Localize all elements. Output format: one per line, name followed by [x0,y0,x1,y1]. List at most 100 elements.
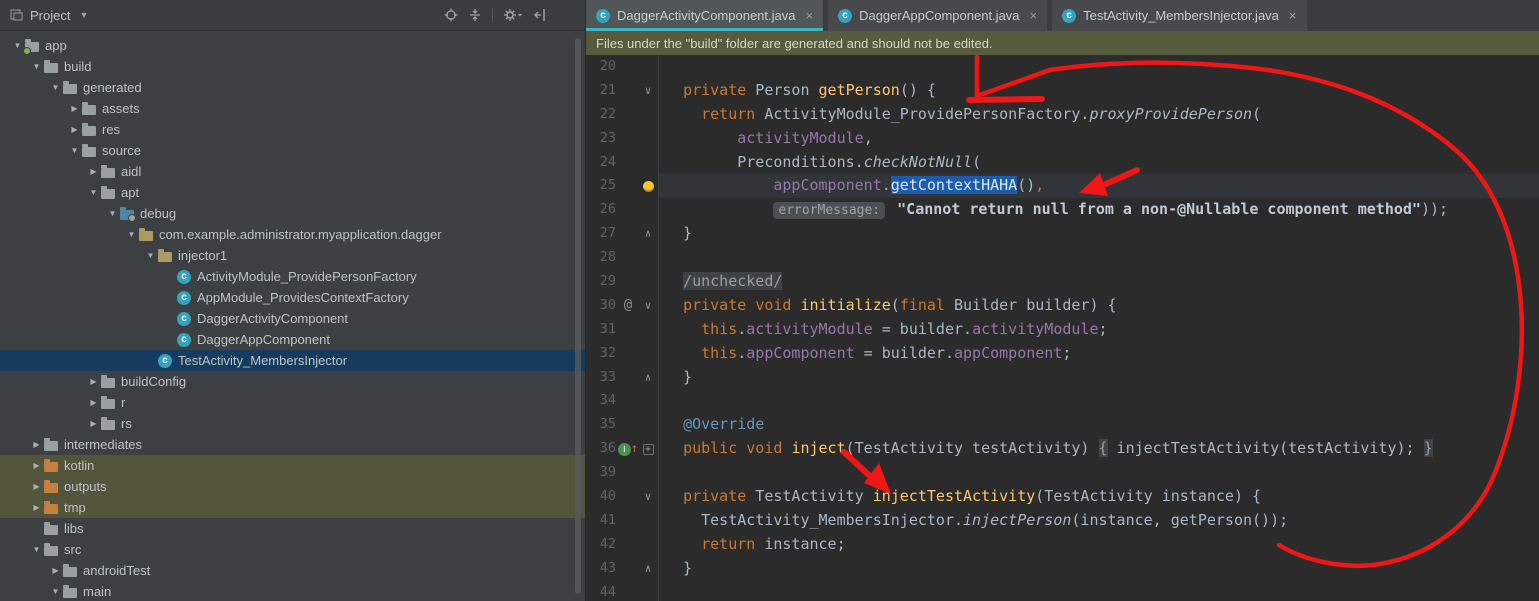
tree-item-label: com.example.administrator.myapplication.… [159,227,442,242]
tab-TestActivity_MembersInjector.java[interactable]: c TestActivity_MembersInjector.java × [1052,0,1307,31]
tab-close-icon[interactable]: × [1030,8,1038,23]
fold-marker[interactable]: ∨ [640,294,656,318]
code-text[interactable]: } [658,365,1539,390]
tree-expand-arrow[interactable]: ▶ [29,461,44,470]
tree-expand-arrow[interactable]: ▼ [105,209,120,218]
tree-expand-arrow[interactable]: ▼ [124,230,139,239]
fold-marker[interactable]: + [640,443,656,455]
code-text[interactable]: activityModule, [658,126,1539,151]
tree-item-TestActivity_MembersInjector[interactable]: c TestActivity_MembersInjector [0,350,585,371]
tree-item-ActivityModule_ProvidePersonFactory[interactable]: c ActivityModule_ProvidePersonFactory [0,266,585,287]
fold-marker[interactable]: ∨ [640,79,656,103]
hide-panel-icon[interactable] [533,8,547,22]
fold-marker[interactable]: ∨ [640,485,656,509]
code-text[interactable]: public void inject(TestActivity testActi… [658,437,1539,462]
tree-expand-arrow[interactable]: ▶ [86,377,101,386]
code-text[interactable]: private TestActivity injectTestActivity(… [658,485,1539,509]
chevron-down-icon[interactable]: ▼ [79,10,88,20]
fold-marker[interactable]: ∧ [640,222,656,246]
code-text[interactable]: private void initialize(final Builder bu… [658,293,1539,318]
tree-expand-arrow[interactable]: ▼ [29,62,44,71]
tree-item-buildConfig[interactable]: ▶ buildConfig [0,371,585,392]
code-text[interactable]: errorMessage: "Cannot return null from a… [658,198,1539,223]
tree-expand-arrow[interactable]: ▼ [143,251,158,260]
code-text[interactable] [658,389,1539,414]
tree-expand-arrow[interactable]: ▶ [29,440,44,449]
tree-item-kotlin[interactable]: ▶ kotlin [0,455,585,476]
settings-gear-icon[interactable] [503,8,523,22]
tree-item-apt[interactable]: ▼ apt [0,182,585,203]
code-text[interactable]: } [658,222,1539,247]
code-text[interactable]: Preconditions.checkNotNull( [658,150,1539,175]
collapse-all-icon[interactable] [468,8,482,22]
tree-expand-arrow[interactable]: ▶ [29,503,44,512]
code-text[interactable]: this.appComponent = builder.appComponent… [658,341,1539,366]
tree-expand-arrow[interactable]: ▼ [48,83,63,92]
tree-item-libs[interactable]: libs [0,518,585,539]
code-token: public [683,439,738,458]
tree-item-outputs[interactable]: ▶ outputs [0,476,585,497]
tree-item-DaggerAppComponent[interactable]: c DaggerAppComponent [0,329,585,350]
tree-expand-arrow[interactable]: ▶ [67,104,82,113]
tree-expand-arrow[interactable]: ▼ [48,587,63,596]
tree-item-intermediates[interactable]: ▶ intermediates [0,434,585,455]
fold-expand-icon[interactable]: + [642,443,654,455]
locate-icon[interactable] [444,8,458,22]
tree-item-assets[interactable]: ▶ assets [0,98,585,119]
code-text[interactable]: TestActivity_MembersInjector.injectPerso… [658,508,1539,533]
code-text[interactable]: private Person getPerson() { [658,78,1539,103]
tree-item-source[interactable]: ▼ source [0,140,585,161]
class-icon: c [177,332,191,347]
tree-expand-arrow[interactable]: ▼ [29,545,44,554]
tree-item-tmp[interactable]: ▶ tmp [0,497,585,518]
tree-item-generated[interactable]: ▼ generated [0,77,585,98]
code-text[interactable]: return ActivityModule_ProvidePersonFacto… [658,102,1539,127]
tree-item-app[interactable]: ▼ app [0,35,585,56]
tree-item-main[interactable]: ▼ main [0,581,585,601]
tree-item-AppModule_ProvidesContextFactory[interactable]: c AppModule_ProvidesContextFactory [0,287,585,308]
tree-item-aidl[interactable]: ▶ aidl [0,161,585,182]
class-icon: c [158,353,172,368]
code-text[interactable] [658,580,1539,601]
tree-item-com.example.administrator.myapplication.dagger[interactable]: ▼ com.example.administrator.myapplication… [0,224,585,245]
tree-expand-arrow[interactable]: ▶ [67,125,82,134]
tree-item-androidTest[interactable]: ▶ androidTest [0,560,585,581]
tree-item-res[interactable]: ▶ res [0,119,585,140]
fold-marker[interactable]: ∧ [640,366,656,390]
intention-bulb-icon[interactable] [642,180,654,192]
code-text[interactable]: @Override [658,413,1539,438]
tab-close-icon[interactable]: × [805,8,813,23]
code-text[interactable] [658,55,1539,79]
annotation-gutter-icon[interactable]: @ [624,294,632,318]
project-tree-scrollbar[interactable] [575,38,581,594]
tree-item-injector1[interactable]: ▼ injector1 [0,245,585,266]
tree-item-DaggerActivityComponent[interactable]: c DaggerActivityComponent [0,308,585,329]
tree-expand-arrow[interactable]: ▶ [86,398,101,407]
tree-expand-arrow[interactable]: ▶ [29,482,44,491]
code-text[interactable]: /unchecked/ [658,270,1539,294]
code-text[interactable]: return instance; [658,532,1539,557]
tab-DaggerActivityComponent.java[interactable]: c DaggerActivityComponent.java × [586,0,824,31]
tree-expand-arrow[interactable]: ▶ [86,167,101,176]
tree-item-r[interactable]: ▶ r [0,392,585,413]
code-text[interactable] [658,246,1539,271]
tree-expand-arrow[interactable]: ▶ [48,566,63,575]
tab-DaggerAppComponent.java[interactable]: c DaggerAppComponent.java × [828,0,1048,31]
tree-item-debug[interactable]: ▼ debug [0,203,585,224]
tree-expand-arrow[interactable]: ▶ [86,419,101,428]
project-panel-title[interactable]: Project [30,8,70,23]
tree-item-src[interactable]: ▼ src [0,539,585,560]
project-window-icon [10,9,23,21]
fold-marker[interactable]: ∧ [640,557,656,581]
tree-expand-arrow[interactable]: ▼ [86,188,101,197]
code-text[interactable] [658,461,1539,486]
override-method-icon[interactable]: I [617,442,631,456]
tree-item-rs[interactable]: ▶ rs [0,413,585,434]
code-token: appComponent [773,176,882,195]
code-text[interactable]: } [658,556,1539,581]
tree-item-build[interactable]: ▼ build [0,56,585,77]
code-text[interactable]: this.activityModule = builder.activityMo… [658,317,1539,342]
code-text[interactable]: appComponent.getContextHAHA(), [658,174,1539,199]
tree-expand-arrow[interactable]: ▼ [67,146,82,155]
tab-close-icon[interactable]: × [1289,8,1297,23]
